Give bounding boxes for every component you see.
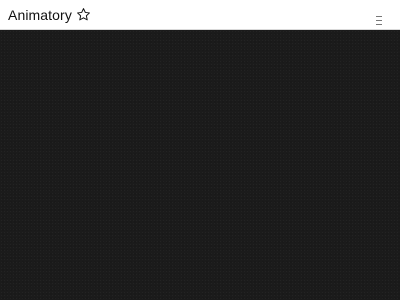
top-bar: Animatory <box>0 0 400 30</box>
app-window: Animatory <box>0 0 400 300</box>
menu-line <box>376 20 382 21</box>
animation-canvas[interactable] <box>0 30 400 300</box>
app-title: Animatory <box>8 7 72 23</box>
hamburger-menu-icon[interactable] <box>374 16 384 25</box>
menu-line <box>376 24 382 25</box>
star-icon[interactable] <box>76 7 91 22</box>
menu-line <box>376 16 382 17</box>
brand: Animatory <box>8 6 91 24</box>
